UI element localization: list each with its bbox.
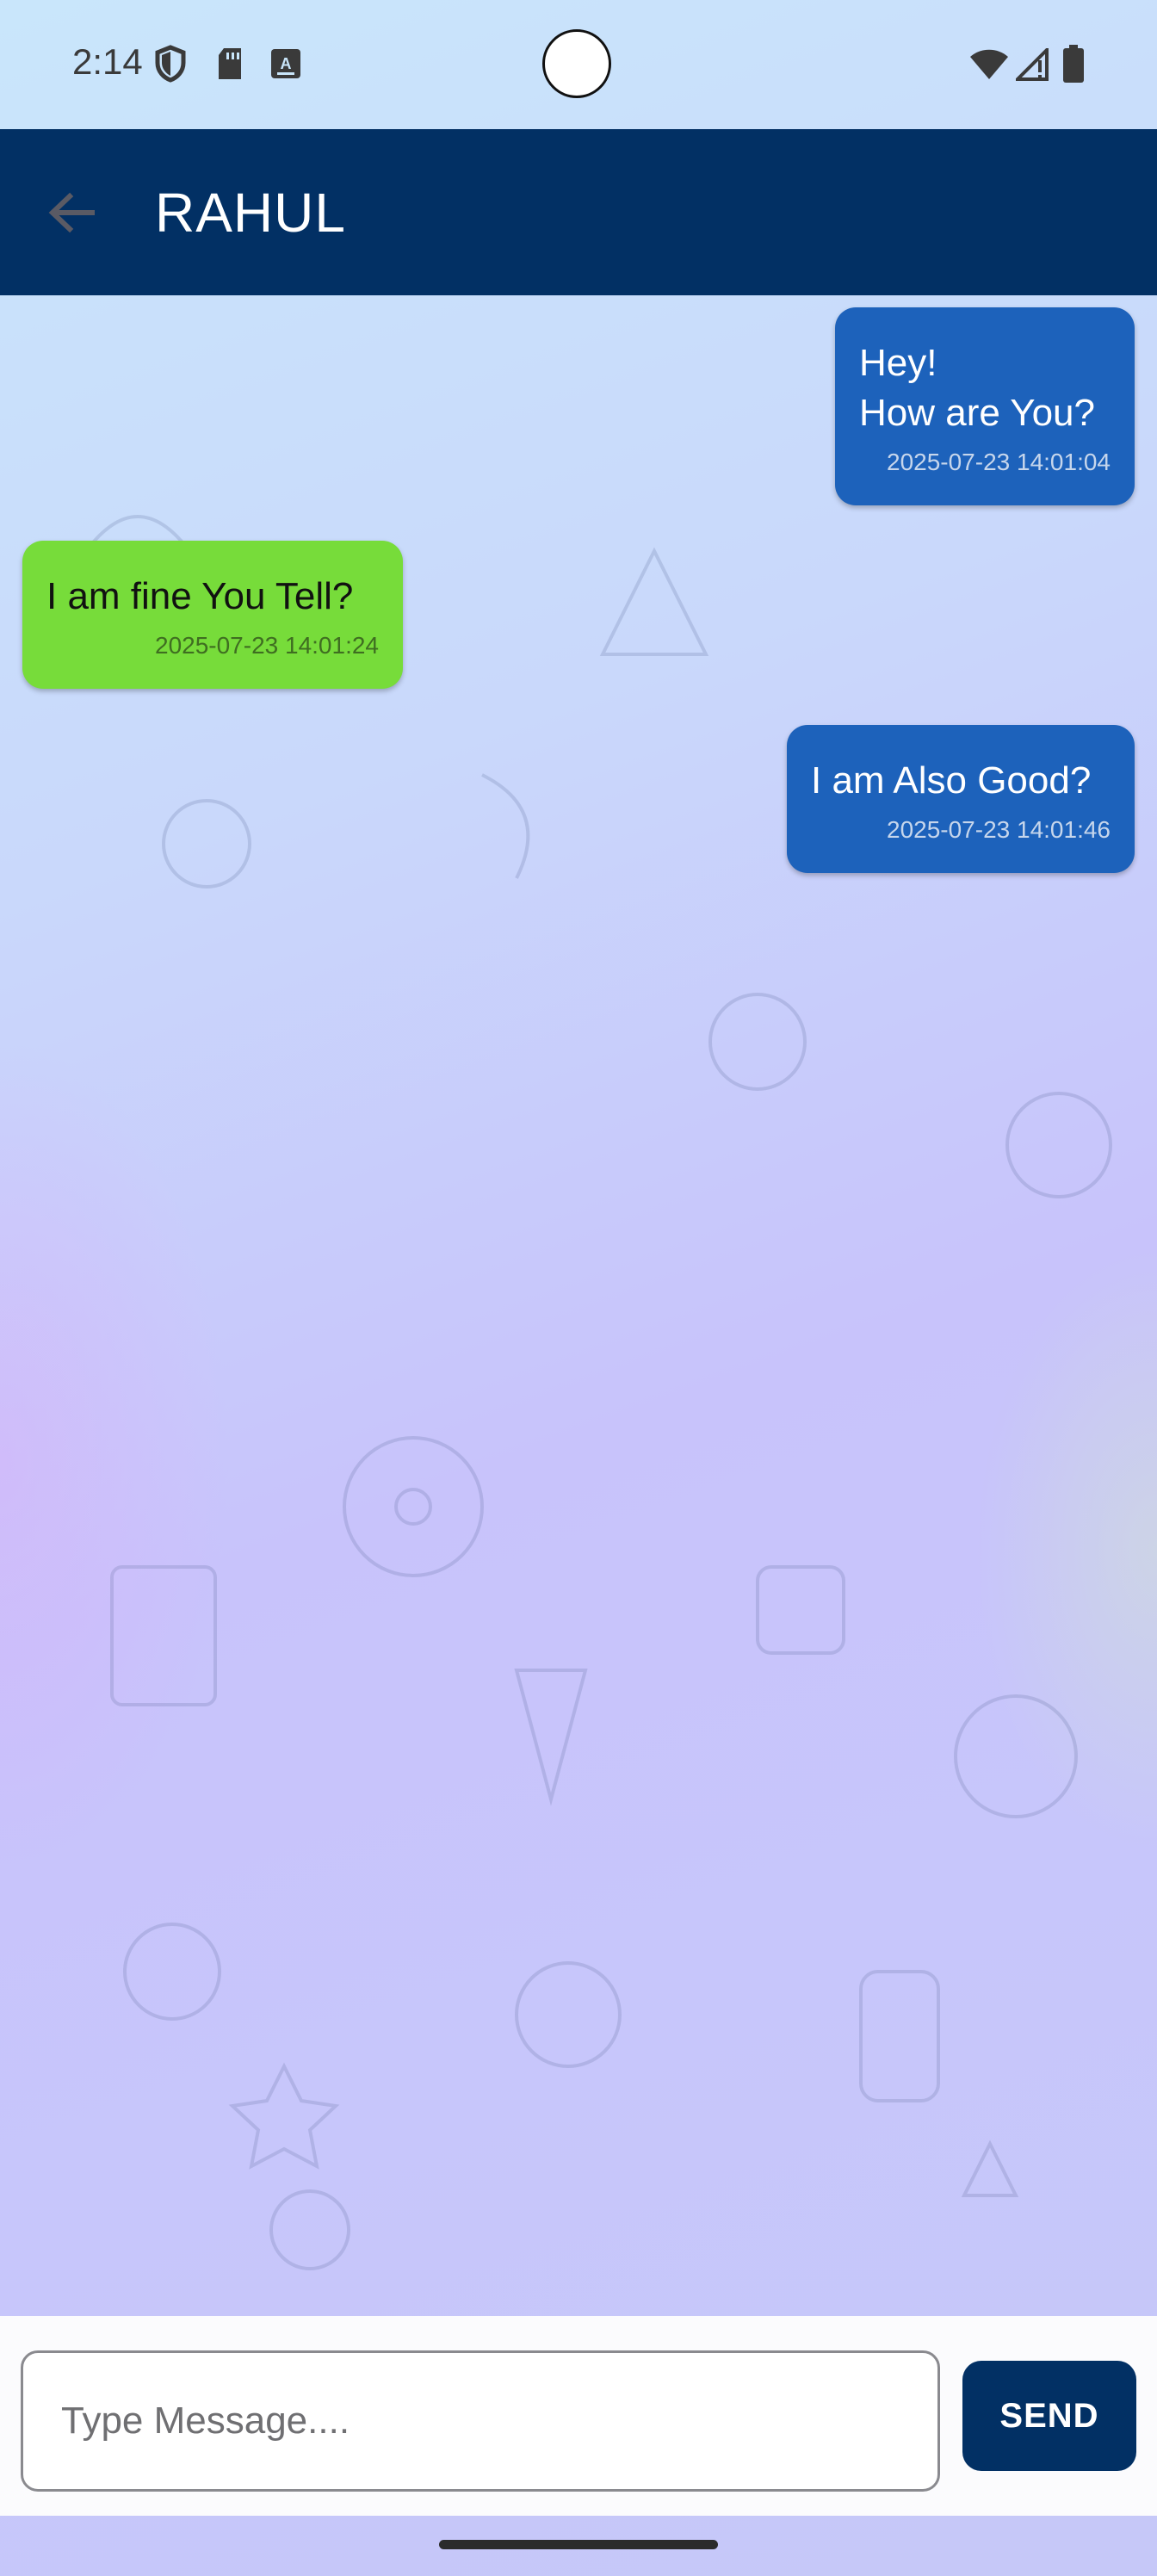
battery-icon xyxy=(1063,45,1084,83)
message-timestamp: 2025-07-23 14:01:04 xyxy=(887,449,1111,475)
status-bar: 2:14 A xyxy=(0,0,1157,129)
camera-cutout xyxy=(542,29,611,98)
message-composer: SEND xyxy=(0,2316,1157,2516)
chat-title: RAHUL xyxy=(155,182,346,244)
wifi-icon xyxy=(970,49,1008,79)
message-timestamp: 2025-07-23 14:01:24 xyxy=(155,632,379,659)
arrow-back-icon xyxy=(48,192,95,233)
sd-card-icon xyxy=(219,48,241,79)
message-input[interactable] xyxy=(21,2350,940,2492)
keyboard-a-icon: A xyxy=(271,49,300,78)
message-text: I am fine You Tell? xyxy=(46,575,354,617)
svg-text:A: A xyxy=(281,55,292,72)
message-bubble-outgoing[interactable]: I am Also Good? 2025-07-23 14:01:46 xyxy=(787,725,1135,873)
status-time: 2:14 xyxy=(72,41,143,82)
message-bubble-outgoing[interactable]: Hey! How are You? 2025-07-23 14:01:04 xyxy=(835,307,1135,505)
message-text: Hey! How are You? xyxy=(859,342,1095,434)
send-button[interactable]: SEND xyxy=(962,2361,1136,2471)
back-button[interactable] xyxy=(41,183,102,243)
home-indicator[interactable] xyxy=(439,2540,718,2549)
message-bubble-incoming[interactable]: I am fine You Tell? 2025-07-23 14:01:24 xyxy=(22,541,403,689)
app-bar: RAHUL xyxy=(0,129,1157,295)
signal-icon xyxy=(1016,48,1049,81)
chat-screen: 2:14 A RAHUL Hey! How are You? 2025-07-2… xyxy=(0,0,1157,2576)
message-text: I am Also Good? xyxy=(811,759,1092,802)
message-timestamp: 2025-07-23 14:01:46 xyxy=(887,816,1111,843)
shield-icon xyxy=(155,45,186,83)
